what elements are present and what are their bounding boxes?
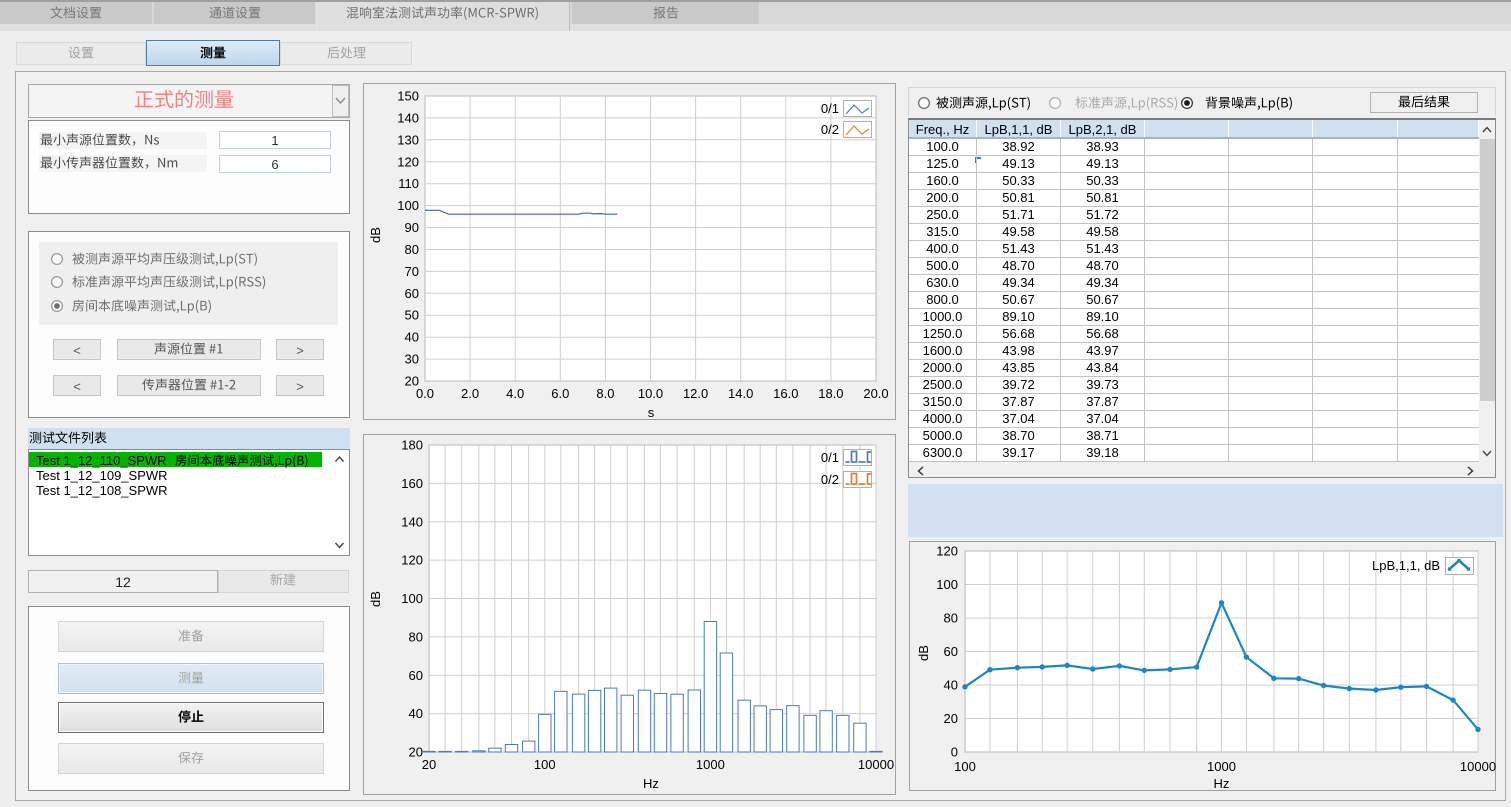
- svg-text:18.0: 18.0: [818, 386, 843, 401]
- svg-text:0/1: 0/1: [821, 101, 839, 116]
- svg-text:100: 100: [401, 591, 423, 606]
- svg-text:dB: dB: [368, 227, 383, 243]
- svg-text:16.0: 16.0: [773, 386, 798, 401]
- svg-text:70: 70: [405, 264, 419, 279]
- svg-text:120: 120: [401, 553, 423, 568]
- svg-text:14.0: 14.0: [728, 386, 753, 401]
- svg-text:2.0: 2.0: [461, 386, 479, 401]
- svg-text:0.0: 0.0: [416, 386, 434, 401]
- svg-text:0/2: 0/2: [821, 472, 839, 487]
- svg-text:160: 160: [401, 476, 423, 491]
- svg-text:30: 30: [405, 352, 419, 367]
- svg-text:150: 150: [397, 89, 419, 104]
- svg-text:LpB,1,1, dB: LpB,1,1, dB: [1372, 558, 1440, 573]
- svg-text:50: 50: [405, 308, 419, 323]
- svg-text:1000: 1000: [696, 757, 725, 772]
- svg-text:20: 20: [422, 757, 436, 772]
- svg-text:s: s: [648, 405, 655, 420]
- svg-text:120: 120: [936, 544, 958, 559]
- svg-text:10000: 10000: [858, 757, 894, 772]
- svg-text:140: 140: [401, 514, 423, 529]
- svg-text:8.0: 8.0: [596, 386, 614, 401]
- svg-text:dB: dB: [368, 591, 383, 607]
- svg-text:0/2: 0/2: [821, 122, 839, 137]
- svg-text:40: 40: [405, 330, 419, 345]
- svg-text:130: 130: [397, 132, 419, 147]
- svg-text:Hz: Hz: [1214, 776, 1230, 791]
- svg-text:12.0: 12.0: [683, 386, 708, 401]
- svg-text:60: 60: [944, 644, 958, 659]
- svg-text:80: 80: [409, 629, 423, 644]
- svg-text:20.0: 20.0: [863, 386, 888, 401]
- svg-text:40: 40: [409, 706, 423, 721]
- svg-text:0/1: 0/1: [821, 450, 839, 465]
- svg-text:20: 20: [944, 711, 958, 726]
- svg-text:180: 180: [401, 438, 423, 453]
- svg-text:120: 120: [397, 154, 419, 169]
- svg-text:100: 100: [936, 577, 958, 592]
- svg-text:100: 100: [534, 757, 556, 772]
- svg-text:dB: dB: [916, 645, 931, 661]
- svg-text:140: 140: [397, 110, 419, 125]
- svg-text:40: 40: [944, 678, 958, 693]
- svg-text:6.0: 6.0: [551, 386, 569, 401]
- svg-text:1000: 1000: [1207, 759, 1236, 774]
- svg-text:Hz: Hz: [643, 776, 659, 791]
- svg-text:60: 60: [409, 668, 423, 683]
- svg-text:100: 100: [397, 198, 419, 213]
- svg-text:90: 90: [405, 220, 419, 235]
- svg-text:4.0: 4.0: [506, 386, 524, 401]
- svg-text:60: 60: [405, 286, 419, 301]
- svg-text:80: 80: [405, 242, 419, 257]
- svg-text:10.0: 10.0: [638, 386, 663, 401]
- svg-text:110: 110: [398, 176, 419, 191]
- svg-text:80: 80: [944, 611, 958, 626]
- svg-text:100: 100: [954, 759, 976, 774]
- svg-text:0: 0: [951, 745, 958, 760]
- svg-text:10000: 10000: [1460, 759, 1496, 774]
